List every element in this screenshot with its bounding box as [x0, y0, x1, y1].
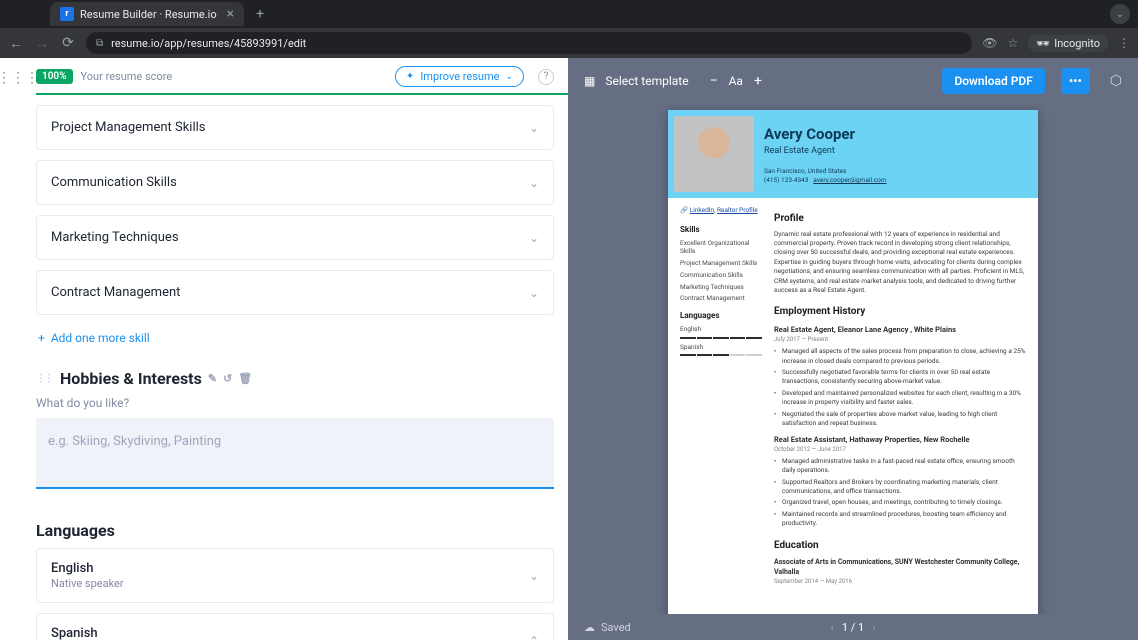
tab-title: Resume Builder · Resume.io — [80, 8, 217, 21]
prev-page-button[interactable]: ‹ — [831, 621, 834, 634]
resume-title: Real Estate Agent — [764, 145, 887, 157]
score-badge: 100% — [36, 69, 73, 84]
zoom-out-button[interactable]: − — [707, 73, 721, 89]
close-tab-icon[interactable]: × — [227, 6, 234, 22]
chevron-down-icon: ⌄ — [529, 569, 539, 583]
resume-name: Avery Cooper — [764, 124, 887, 144]
hobbies-input[interactable] — [36, 418, 554, 489]
skill-item[interactable]: Marketing Techniques⌄ — [36, 215, 554, 260]
reload-button[interactable]: ⟳ — [60, 35, 76, 51]
new-tab-button[interactable]: + — [250, 6, 270, 22]
chevron-down-icon: ⌄ — [505, 72, 513, 82]
undo-icon[interactable]: ↺ — [223, 372, 232, 385]
tabs-overflow-button[interactable]: ⌄ — [1110, 4, 1130, 24]
language-item: English Native speaker ⌄ — [36, 548, 554, 603]
edit-icon[interactable]: ✎ — [208, 372, 217, 385]
template-grid-icon[interactable]: ▦ — [584, 74, 595, 88]
font-size-icon: Aa — [729, 74, 743, 88]
apps-grid-icon[interactable]: ⋮⋮⋮ — [0, 58, 36, 640]
forward-button[interactable]: → — [34, 35, 50, 52]
browser-menu-button[interactable]: ⋮ — [1118, 36, 1130, 50]
resume-page: Avery Cooper Real Estate Agent San Franc… — [668, 110, 1038, 640]
language-toggle[interactable]: English Native speaker ⌄ — [51, 561, 539, 590]
select-template-button[interactable]: Select template — [605, 74, 688, 88]
section-title: Languages — [36, 521, 115, 540]
browser-tab[interactable]: r Resume Builder · Resume.io × — [50, 2, 244, 26]
favicon: r — [60, 7, 74, 21]
chevron-down-icon: ⌄ — [529, 121, 539, 135]
language-toggle[interactable]: Spanish Good working knowledge ⌃ — [51, 626, 539, 640]
skill-item[interactable]: Communication Skills⌄ — [36, 160, 554, 205]
chevron-down-icon: ⌄ — [529, 231, 539, 245]
eye-off-icon[interactable]: 👁 — [982, 36, 997, 50]
hobbies-hint: What do you like? — [36, 396, 554, 410]
address-bar[interactable]: ⧉ resume.io/app/resumes/45893991/edit — [86, 32, 972, 54]
saved-status: ☁ Saved — [584, 621, 631, 634]
chevron-down-icon: ⌄ — [529, 286, 539, 300]
drag-handle-icon[interactable]: ⋮⋮ — [36, 373, 52, 384]
url-text: resume.io/app/resumes/45893991/edit — [111, 37, 306, 50]
plus-icon: + — [38, 331, 45, 345]
help-icon[interactable]: ? — [538, 69, 554, 85]
cloud-check-icon: ☁ — [584, 621, 595, 634]
improve-resume-button[interactable]: ✦ Improve resume ⌄ — [395, 66, 524, 87]
bookmark-icon[interactable]: ☆ — [1007, 36, 1018, 50]
incognito-badge: 🕶 Incognito — [1028, 35, 1108, 52]
zoom-in-button[interactable]: + — [751, 73, 765, 89]
site-info-icon[interactable]: ⧉ — [96, 38, 103, 49]
back-button[interactable]: ← — [8, 35, 24, 52]
delete-icon[interactable]: 🗑 — [238, 372, 252, 385]
next-page-button[interactable]: › — [872, 621, 875, 634]
section-title: Hobbies & Interests — [60, 369, 202, 388]
settings-hex-icon[interactable]: ⬡ — [1110, 73, 1122, 89]
more-actions-button[interactable]: ••• — [1061, 68, 1090, 94]
language-item: Spanish Good working knowledge ⌃ Languag… — [36, 613, 554, 640]
skill-item[interactable]: Project Management Skills⌄ — [36, 105, 554, 150]
download-pdf-button[interactable]: Download PDF — [942, 68, 1044, 94]
avatar — [674, 116, 754, 192]
chevron-up-icon: ⌃ — [529, 634, 539, 640]
incognito-icon: 🕶 — [1036, 37, 1050, 50]
score-label: Your resume score — [81, 70, 173, 83]
sparkle-icon: ✦ — [406, 71, 414, 82]
link-icon: 🔗 — [680, 206, 688, 214]
skill-item[interactable]: Contract Management⌄ — [36, 270, 554, 315]
chevron-down-icon: ⌄ — [529, 176, 539, 190]
page-indicator: 1 / 1 — [842, 621, 864, 634]
add-skill-link[interactable]: +Add one more skill — [36, 325, 554, 363]
